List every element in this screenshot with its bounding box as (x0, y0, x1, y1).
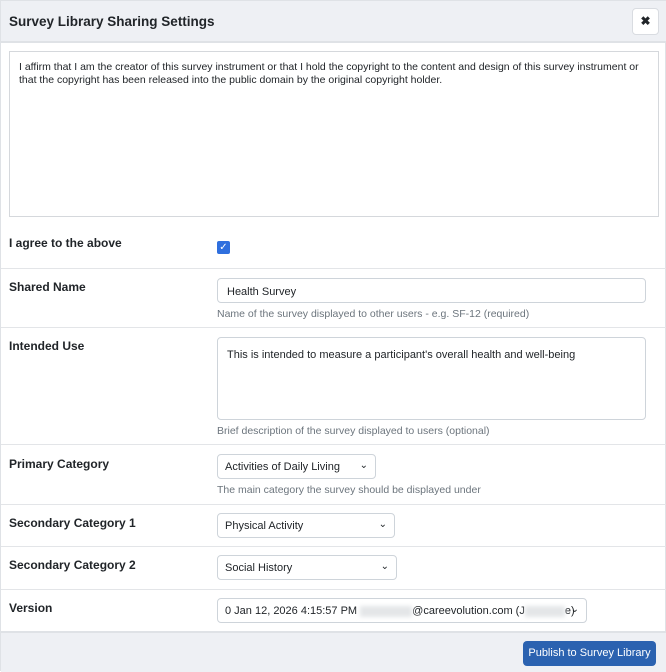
close-button[interactable]: ✖ (632, 8, 659, 35)
version-row: Version 0 Jan 12, 2026 4:15:57 PM @caree… (1, 589, 666, 631)
agree-row: I agree to the above (1, 227, 666, 268)
agree-label: I agree to the above (9, 236, 122, 250)
close-icon: ✖ (640, 14, 651, 28)
redacted-text (360, 605, 413, 617)
chevron-down-icon: ⌄ (570, 604, 579, 615)
primary-category-select[interactable]: Activities of Daily Living ⌄ (217, 454, 376, 479)
redacted-text (524, 605, 565, 617)
shared-name-label: Shared Name (9, 280, 86, 294)
version-label: Version (9, 601, 53, 615)
dialog-title: Survey Library Sharing Settings (9, 14, 215, 29)
intended-use-textarea[interactable]: This is intended to measure a participan… (217, 337, 646, 420)
publish-button[interactable]: Publish to Survey Library (523, 641, 656, 666)
intended-use-row: Intended Use This is intended to measure… (1, 327, 666, 444)
intended-use-label: Intended Use (9, 339, 85, 353)
shared-name-row: Shared Name Health Survey Name of the su… (1, 268, 666, 327)
secondary-category-1-select[interactable]: Physical Activity ⌄ (217, 513, 395, 538)
version-email-domain: @careevolution.com (J (412, 605, 525, 617)
secondary-category-1-row: Secondary Category 1 Physical Activity ⌄ (1, 504, 666, 546)
secondary-category-2-select[interactable]: Social History ⌄ (217, 555, 397, 580)
primary-category-row: Primary Category Activities of Daily Liv… (1, 444, 666, 504)
primary-category-label: Primary Category (9, 457, 110, 471)
primary-category-help: The main category the survey should be d… (217, 484, 481, 496)
chevron-down-icon: ⌄ (378, 519, 387, 530)
chevron-down-icon: ⌄ (380, 561, 389, 572)
secondary-category-1-label: Secondary Category 1 (9, 516, 136, 530)
agree-checkbox[interactable]: ✓ (217, 241, 230, 254)
shared-name-help: Name of the survey displayed to other us… (217, 308, 530, 320)
dialog-header: Survey Library Sharing Settings ✖ (1, 1, 666, 43)
primary-category-value: Activities of Daily Living (225, 461, 340, 473)
version-select[interactable]: 0 Jan 12, 2026 4:15:57 PM @careevolution… (217, 598, 587, 623)
secondary-category-2-value: Social History (225, 562, 293, 574)
version-date: 0 Jan 12, 2026 4:15:57 PM (225, 605, 358, 617)
secondary-category-1-value: Physical Activity (225, 520, 304, 532)
shared-name-input[interactable]: Health Survey (217, 278, 646, 303)
dialog-footer: Publish to Survey Library (1, 631, 666, 672)
chevron-down-icon: ⌄ (359, 460, 368, 471)
intended-use-help: Brief description of the survey displaye… (217, 425, 490, 437)
affirmation-text: I affirm that I am the creator of this s… (9, 51, 659, 217)
secondary-category-2-row: Secondary Category 2 Social History ⌄ (1, 546, 666, 589)
secondary-category-2-label: Secondary Category 2 (9, 558, 136, 572)
